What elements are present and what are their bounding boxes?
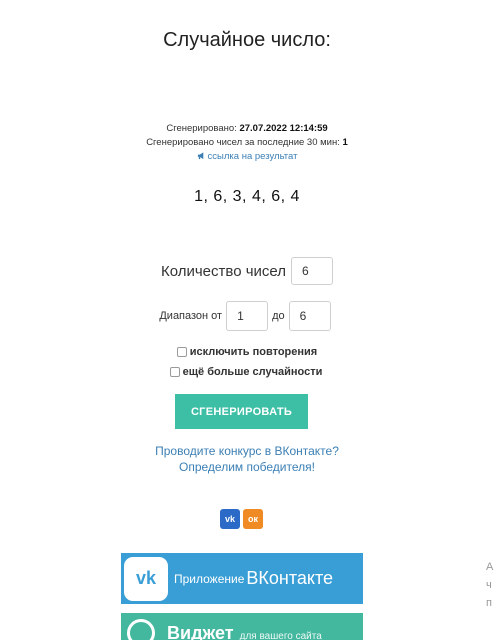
generated-count-label: Сгенерировано чисел за последние 30 мин:	[146, 137, 340, 148]
widget-banner-big-text: Виджет	[167, 623, 234, 640]
generate-button[interactable]: СГЕНЕРИРОВАТЬ	[175, 394, 308, 429]
vk-logo-icon: vk	[124, 556, 168, 601]
side-clip-line: ч	[486, 579, 492, 591]
vk-icon: vk	[224, 514, 235, 524]
widget-banner-small-text: для вашего сайта	[239, 631, 322, 640]
vk-app-banner[interactable]: vk Приложение ВКонтакте	[121, 553, 363, 604]
result-numbers: 1, 6, 3, 4, 6, 4	[194, 188, 300, 205]
odnoklassniki-icon: ок	[247, 514, 258, 524]
generated-label: Сгенерировано:	[166, 123, 237, 134]
ok-share-button[interactable]: ок	[243, 509, 263, 529]
result-link[interactable]: ссылка на результат	[197, 151, 298, 162]
count-input[interactable]	[291, 257, 333, 285]
vk-app-banner-small-text: Приложение	[174, 571, 245, 586]
range-from-label: Диапазон от	[159, 310, 223, 322]
generated-count-value: 1	[342, 137, 348, 148]
widget-banner[interactable]: Виджет для вашего сайта	[121, 613, 363, 640]
generated-value: 27.07.2022 12:14:59	[239, 123, 328, 134]
more-random-checkbox[interactable]	[169, 367, 180, 377]
generated-at-line: Сгенерировано: 27.07.2022 12:14:59	[0, 122, 494, 136]
range-to-label: до	[272, 310, 285, 322]
side-clip-line: п	[486, 597, 492, 609]
more-random-option[interactable]: ещё больше случайности	[0, 366, 493, 378]
contest-promo: Проводите конкурс в ВКонтакте? Определим…	[0, 443, 494, 475]
more-random-label: ещё больше случайности	[182, 366, 323, 378]
result-link-line: ссылка на результат	[0, 150, 494, 164]
result-link-text: ссылка на результат	[207, 151, 298, 162]
generation-info: Сгенерировано: 27.07.2022 12:14:59 Сгене…	[0, 122, 494, 164]
page-title: Случайное число:	[163, 29, 331, 51]
exclude-repeats-label: исключить повторения	[189, 346, 318, 358]
range-to-input[interactable]	[288, 301, 331, 331]
count-label: Количество чисел	[160, 262, 286, 280]
side-clip-line: А	[486, 561, 494, 573]
side-clipped-text: А ч п	[486, 558, 494, 612]
contest-promo-link-1[interactable]: Проводите конкурс в ВКонтакте?	[0, 443, 494, 459]
vk-app-banner-big-text: ВКонтакте	[246, 568, 334, 588]
range-from-input[interactable]	[226, 301, 269, 331]
exclude-repeats-checkbox[interactable]	[176, 347, 187, 357]
vk-share-button[interactable]: vk	[220, 509, 240, 529]
count-row: Количество чисел	[0, 257, 494, 285]
range-row: Диапазон от до	[0, 301, 494, 331]
contest-promo-link-2[interactable]: Определим победителя!	[0, 459, 494, 475]
share-buttons: vk ок	[220, 509, 263, 529]
gear-icon	[127, 619, 155, 640]
megaphone-icon	[197, 152, 203, 160]
exclude-repeats-option[interactable]: исключить повторения	[0, 346, 494, 358]
generated-count-line: Сгенерировано чисел за последние 30 мин:…	[0, 136, 494, 150]
